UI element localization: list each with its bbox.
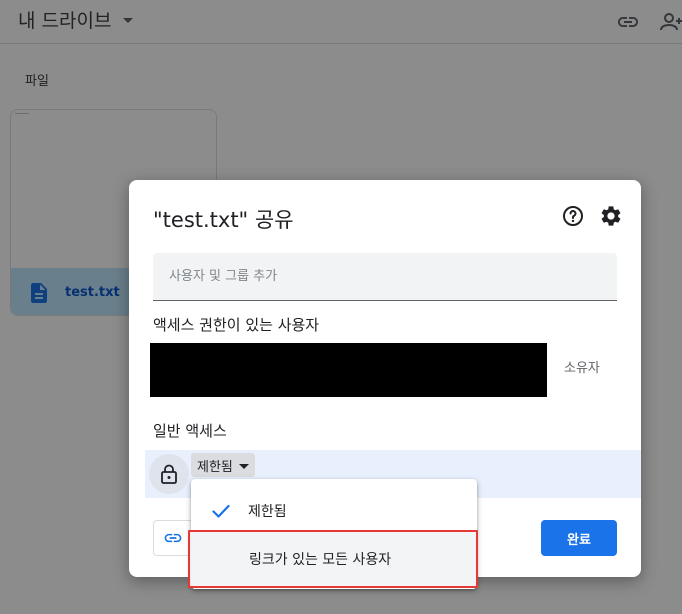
redacted-user-row (150, 343, 547, 397)
general-access-heading: 일반 액세스 (153, 422, 227, 440)
people-with-access-heading: 액세스 권한이 있는 사용자 (153, 316, 320, 334)
general-access-value: 제한됨 (197, 459, 233, 475)
copy-link-button[interactable] (153, 520, 193, 556)
menu-item-label: 제한됨 (248, 504, 287, 520)
link-icon (164, 533, 182, 543)
menu-item-label: 링크가 있는 모든 사용자 (249, 552, 392, 568)
lock-icon (161, 464, 177, 484)
menu-item-anyone-with-link[interactable]: 링크가 있는 모든 사용자 (188, 530, 478, 588)
chevron-down-icon (238, 463, 249, 469)
add-people-input[interactable] (153, 253, 617, 301)
lock-icon-badge (149, 454, 189, 494)
help-icon[interactable] (561, 204, 585, 228)
menu-item-restricted[interactable]: 제한됨 (191, 487, 477, 535)
general-access-select[interactable]: 제한됨 (191, 453, 255, 477)
done-button[interactable]: 완료 (541, 520, 617, 556)
page: 내 드라이브 파일 test.txt "test.txt" 공유 사용자 및 그… (0, 0, 682, 614)
gear-icon[interactable] (599, 204, 623, 228)
owner-label: 소유자 (564, 361, 600, 376)
dialog-title: "test.txt" 공유 (153, 208, 294, 232)
check-icon (212, 504, 230, 518)
